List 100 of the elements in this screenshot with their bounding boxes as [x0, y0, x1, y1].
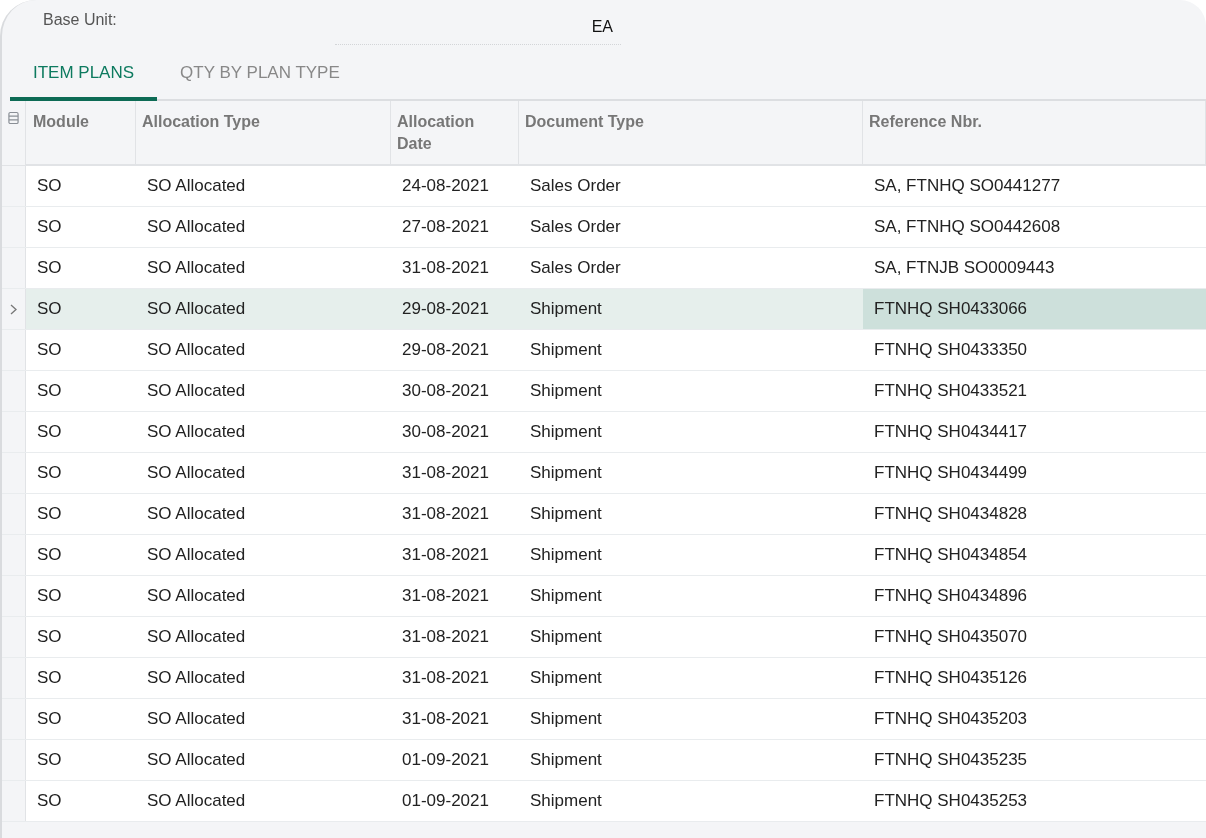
table-cell-text: SO: [36, 626, 63, 648]
row-selector[interactable]: [2, 658, 26, 698]
table-cell-text: SO Allocated: [146, 216, 247, 238]
table-cell-text: SO Allocated: [146, 544, 247, 566]
table-cell-text: Shipment: [529, 339, 603, 361]
table-cell-text: Shipment: [529, 790, 603, 812]
table-row[interactable]: SO SO Allocated 27-08-2021 Sales Order SA, FTNHQ SO0442608: [2, 207, 1206, 248]
column-header[interactable]: Module: [26, 101, 136, 165]
table-cell-text: Sales Order: [529, 175, 622, 197]
table-row[interactable]: SO SO Allocated 29-08-2021 Shipment FTNHQ SH0433066: [2, 289, 1206, 330]
row-selector[interactable]: [2, 289, 26, 329]
table-cell-text: SO Allocated: [146, 298, 247, 320]
row-selector[interactable]: [2, 371, 26, 411]
table-cell-text: SO Allocated: [146, 503, 247, 525]
table-cell-text: FTNHQ SH0435253: [873, 790, 1029, 812]
table-cell-text: SO Allocated: [146, 790, 247, 812]
row-selector[interactable]: [2, 453, 26, 493]
table-cell-text: SO: [36, 503, 63, 525]
table-row[interactable]: SO SO Allocated 31-08-2021 Shipment FTNHQ SH0434854: [2, 535, 1206, 576]
table-row[interactable]: SO SO Allocated 31-08-2021 Shipment FTNHQ SH0435203: [2, 699, 1206, 740]
table-cell-text: FTNHQ SH0435235: [873, 749, 1029, 771]
table-cell-text: SO Allocated: [146, 462, 247, 484]
table-cell-text: 29-08-2021: [401, 298, 490, 320]
table-cell-text: Shipment: [529, 626, 603, 648]
column-header[interactable]: Allocation Type: [136, 101, 391, 165]
table-cell-text: FTNHQ SH0435203: [873, 708, 1029, 730]
table-cell-text: FTNHQ SH0434854: [873, 544, 1029, 566]
table-cell-text: FTNHQ SH0435070: [873, 626, 1029, 648]
table-cell-text: 30-08-2021: [401, 421, 490, 443]
row-selector[interactable]: [2, 207, 26, 247]
table-cell-text: 31-08-2021: [401, 667, 490, 689]
table-cell-text: SO: [36, 790, 63, 812]
table-cell-text: Shipment: [529, 544, 603, 566]
column-settings-cell[interactable]: [2, 101, 26, 165]
table-cell-text: SO Allocated: [146, 421, 247, 443]
table-row[interactable]: SO SO Allocated 01-09-2021 Shipment FTNHQ SH0435253: [2, 781, 1206, 822]
column-header[interactable]: Document Type: [519, 101, 863, 165]
table-cell-text: SA, FTNJB SO0009443: [873, 257, 1056, 279]
table-row[interactable]: SO SO Allocated 31-08-2021 Shipment FTNHQ SH0434499: [2, 453, 1206, 494]
table-cell-text: SO Allocated: [146, 339, 247, 361]
column-header[interactable]: Allocation Date: [391, 101, 519, 165]
table-row[interactable]: SO SO Allocated 30-08-2021 Shipment FTNHQ SH0434417: [2, 412, 1206, 453]
row-selector[interactable]: [2, 617, 26, 657]
table-cell-text: SA, FTNHQ SO0441277: [873, 175, 1062, 197]
table-row[interactable]: SO SO Allocated 30-08-2021 Shipment FTNHQ SH0433521: [2, 371, 1206, 412]
table-cell-text: SO: [36, 216, 63, 238]
table-row[interactable]: SO SO Allocated 01-09-2021 Shipment FTNHQ SH0435235: [2, 740, 1206, 781]
table-row[interactable]: SO SO Allocated 31-08-2021 Shipment FTNHQ SH0434828: [2, 494, 1206, 535]
table-cell-text: SO Allocated: [146, 257, 247, 279]
table-cell-text: SO: [36, 462, 63, 484]
row-selector[interactable]: [2, 699, 26, 739]
field-label: Base Unit:: [42, 11, 118, 29]
table-cell: FTNHQ SH0433066: [863, 289, 1206, 329]
table-row[interactable]: SO SO Allocated 31-08-2021 Shipment FTNHQ SH0434896: [2, 576, 1206, 617]
table-cell-text: Sales Order: [529, 216, 622, 238]
table-cell-text: 01-09-2021: [401, 790, 490, 812]
table-cell-text: Shipment: [529, 421, 603, 443]
table-cell-text: 24-08-2021: [401, 175, 490, 197]
table-row[interactable]: SO SO Allocated 29-08-2021 Shipment FTNHQ SH0433350: [2, 330, 1206, 371]
table-cell-text: Shipment: [529, 585, 603, 607]
table-cell-text: 31-08-2021: [401, 585, 490, 607]
table-cell-text: SO Allocated: [146, 749, 247, 771]
table-row[interactable]: SO SO Allocated 31-08-2021 Shipment FTNHQ SH0435126: [2, 658, 1206, 699]
row-selector[interactable]: [2, 781, 26, 821]
table-cell-text: FTNHQ SH0434896: [873, 585, 1029, 607]
table-cell-text: Shipment: [529, 667, 603, 689]
table-row[interactable]: SO SO Allocated 24-08-2021 Sales Order SA, FTNHQ SO0441277: [2, 166, 1206, 207]
table-cell-text: FTNHQ SH0434828: [873, 503, 1029, 525]
row-selector[interactable]: [2, 494, 26, 534]
table-row[interactable]: SO SO Allocated 31-08-2021 Sales Order SA, FTNJB SO0009443: [2, 248, 1206, 289]
column-settings-icon[interactable]: [8, 111, 19, 125]
table-cell-text: SO: [36, 585, 63, 607]
table-cell-text: FTNHQ SH0433350: [873, 339, 1029, 361]
row-selector[interactable]: [2, 330, 26, 370]
row-selector[interactable]: [2, 248, 26, 288]
table-cell-text: 31-08-2021: [401, 544, 490, 566]
table-cell-text: Shipment: [529, 503, 603, 525]
table-cell-text: SO Allocated: [146, 175, 247, 197]
row-selector[interactable]: [2, 740, 26, 780]
table-cell-text: SO: [36, 339, 63, 361]
table-cell-text: SO Allocated: [146, 708, 247, 730]
table-cell-text: 01-09-2021: [401, 749, 490, 771]
table-cell-text: Sales Order: [529, 257, 622, 279]
table-cell-text: Shipment: [529, 298, 603, 320]
row-selector[interactable]: [2, 535, 26, 575]
table-cell-text: Shipment: [529, 462, 603, 484]
table-row[interactable]: SO SO Allocated 31-08-2021 Shipment FTNHQ SH0435070: [2, 617, 1206, 658]
table-cell-text: 31-08-2021: [401, 503, 490, 525]
table-cell-text: SA, FTNHQ SO0442608: [873, 216, 1062, 238]
base-unit-field[interactable]: EA: [335, 9, 621, 45]
table-cell-text: FTNHQ SH0434417: [873, 421, 1029, 443]
table-cell-text: SO: [36, 257, 63, 279]
table-cell-text: SO: [36, 380, 63, 402]
row-selector[interactable]: [2, 412, 26, 452]
row-selector[interactable]: [2, 166, 26, 206]
table-cell-text: FTNHQ SH0434499: [873, 462, 1029, 484]
table-cell-text: SO: [36, 667, 63, 689]
table-cell-text: SO: [36, 298, 63, 320]
row-selector[interactable]: [2, 576, 26, 616]
column-header[interactable]: Reference Nbr.: [863, 101, 1206, 165]
